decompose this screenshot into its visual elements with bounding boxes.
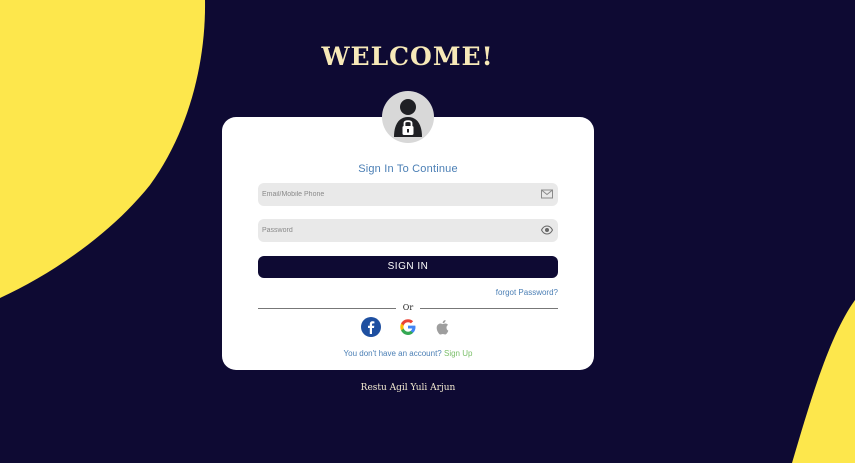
footer-credit: Restu Agil Yuli Arjun [360, 383, 456, 393]
email-field[interactable] [258, 183, 558, 206]
divider-or-label: Or [402, 303, 414, 312]
password-field[interactable] [258, 219, 558, 242]
sign-up-link[interactable]: Sign Up [444, 349, 472, 358]
divider-left [258, 308, 396, 309]
apple-icon[interactable] [432, 317, 452, 337]
page-title: WELCOME! [321, 42, 494, 71]
avatar [382, 91, 434, 143]
card-title: Sign In To Continue [358, 163, 458, 175]
bottom-right-blob [792, 300, 855, 463]
divider-right [420, 308, 558, 309]
email-input[interactable] [262, 183, 532, 206]
signup-prompt-text: You don't have an account? [343, 349, 442, 358]
login-card: Sign In To Continue SIGN IN forgot Passw… [222, 117, 594, 370]
google-icon[interactable] [398, 317, 418, 337]
mail-icon [541, 189, 553, 199]
forgot-password-link[interactable]: forgot Password? [496, 288, 558, 297]
eye-icon[interactable] [541, 224, 553, 236]
facebook-icon[interactable] [361, 317, 381, 337]
sign-in-button[interactable]: SIGN IN [258, 256, 558, 278]
user-lock-icon [394, 99, 422, 137]
signup-prompt: You don't have an account? Sign Up [222, 349, 594, 358]
password-input[interactable] [262, 219, 532, 242]
